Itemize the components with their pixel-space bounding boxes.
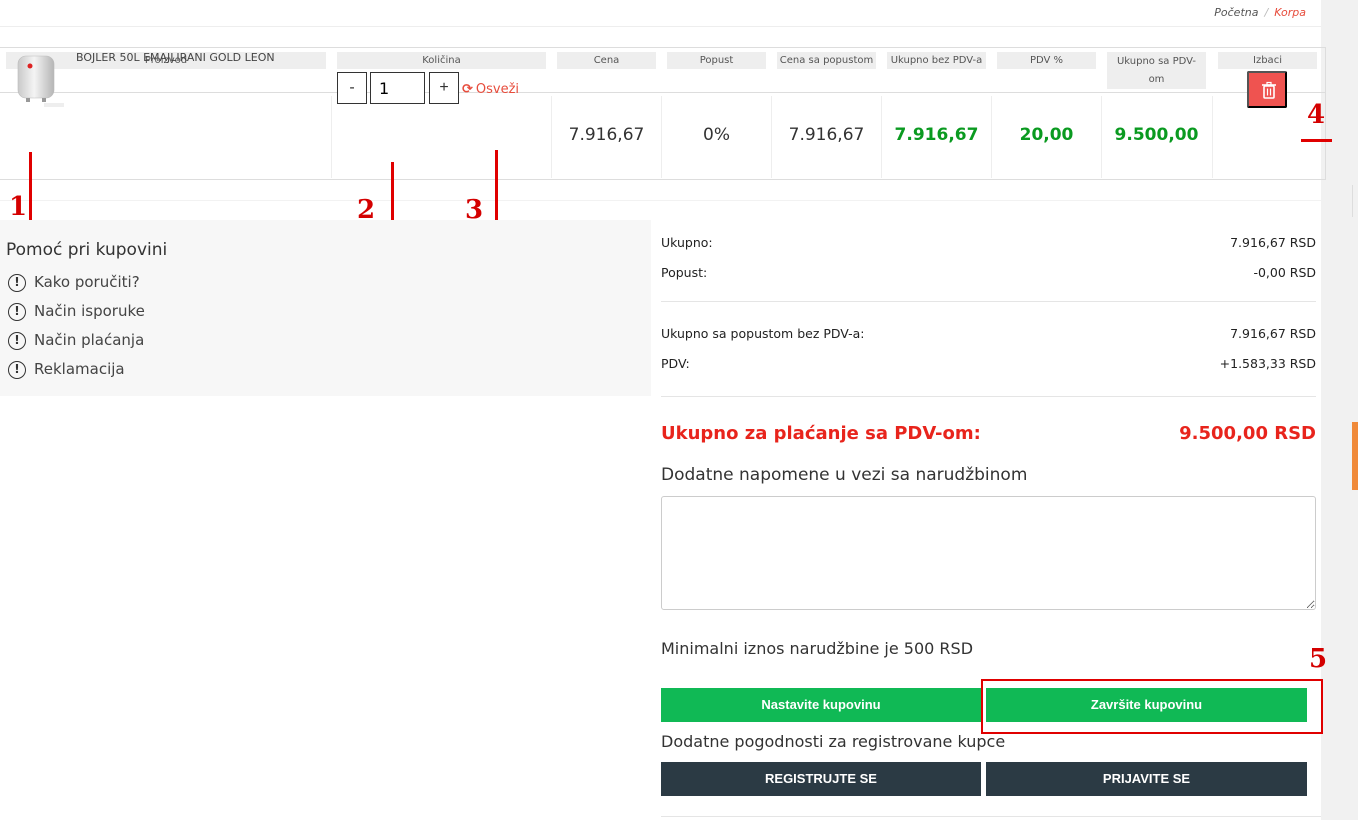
cell-discount: 0% <box>703 125 730 145</box>
column-separator <box>1212 96 1213 178</box>
order-notes-textarea[interactable] <box>661 496 1316 610</box>
section-divider <box>0 200 1321 201</box>
breadcrumb-separator: / <box>1264 6 1269 19</box>
help-link-label: Način plaćanja <box>34 331 145 349</box>
column-separator <box>1101 96 1102 178</box>
info-icon: ! <box>8 302 26 321</box>
annotation-line-4 <box>1301 139 1332 142</box>
help-link-label: Reklamacija <box>34 360 125 378</box>
quantity-increase-button[interactable]: + <box>429 72 459 104</box>
header-vat-percent: PDV % <box>997 52 1096 69</box>
info-icon: ! <box>8 331 26 350</box>
breadcrumb-home-link[interactable]: Početna <box>1214 6 1258 19</box>
header-discount: Popust <box>667 52 766 69</box>
header-total-no-vat: Ukupno bez PDV-a <box>887 52 986 69</box>
column-separator <box>551 96 552 178</box>
help-link-complaints[interactable]: ! Reklamacija <box>8 359 125 379</box>
help-link-label: Kako poručiti? <box>34 273 140 291</box>
bottom-divider <box>661 816 1321 817</box>
quantity-input[interactable] <box>370 72 425 104</box>
info-icon: ! <box>8 360 26 379</box>
top-divider <box>0 26 1321 27</box>
remove-item-button[interactable] <box>1247 71 1287 108</box>
continue-shopping-button[interactable]: Nastavite kupovinu <box>661 688 981 722</box>
annotation-number-1: 1 <box>9 192 28 222</box>
info-icon: ! <box>8 273 26 292</box>
product-name-link[interactable]: BOJLER 50L EMAJLIRANI GOLD LEON <box>76 51 275 64</box>
cart-table: Proizvod Količina Cena Popust Cena sa po… <box>0 47 1326 180</box>
header-discounted-price: Cena sa popustom <box>777 52 876 69</box>
cell-total-with-vat: 9.500,00 <box>1114 125 1199 145</box>
header-total-with-vat-line2: om <box>1148 74 1165 85</box>
header-price: Cena <box>557 52 656 69</box>
login-button[interactable]: PRIJAVITE SE <box>986 762 1307 796</box>
column-separator <box>881 96 882 178</box>
cell-discounted-price: 7.916,67 <box>788 125 865 145</box>
breadcrumb-current: Korpa <box>1274 6 1306 19</box>
help-link-label: Način isporuke <box>34 302 145 320</box>
trash-icon <box>1262 81 1276 99</box>
column-separator <box>331 96 332 178</box>
summary-total-label: Ukupno: <box>661 235 713 250</box>
scrollbar-track-mark <box>1352 185 1358 217</box>
order-notes-label: Dodatne napomene u vezi sa narudžbinom <box>661 465 1028 485</box>
header-total-with-vat: Ukupno sa PDV- om <box>1107 52 1206 89</box>
summary-total-value: 7.916,67 RSD <box>1230 235 1316 250</box>
refresh-quantity-link[interactable]: ⟳ Osveži <box>462 82 519 97</box>
register-button[interactable]: REGISTRUJTE SE <box>661 762 981 796</box>
scrollbar-thumb[interactable] <box>1352 422 1358 490</box>
refresh-icon: ⟳ <box>462 82 473 97</box>
grand-total-label: Ukupno za plaćanje sa PDV-om: <box>661 423 981 444</box>
annotation-box-5 <box>981 679 1323 734</box>
help-link-how-to-order[interactable]: ! Kako poručiti? <box>8 272 140 292</box>
summary-divider <box>661 301 1316 302</box>
quantity-decrease-button[interactable]: - <box>337 72 367 104</box>
header-quantity: Količina <box>337 52 546 69</box>
annotation-number-4: 4 <box>1307 100 1326 130</box>
registered-benefits-label: Dodatne pogodnosti za registrovane kupce <box>661 732 1006 751</box>
summary-discounted-no-vat-label: Ukupno sa popustom bez PDV-a: <box>661 326 865 341</box>
minimum-order-notice: Minimalni iznos narudžbine je 500 RSD <box>661 639 974 658</box>
summary-vat-value: +1.583,33 RSD <box>1219 356 1316 371</box>
refresh-label: Osveži <box>475 82 520 97</box>
cell-vat-percent: 20,00 <box>1019 125 1074 145</box>
column-separator <box>661 96 662 178</box>
cell-price: 7.916,67 <box>568 125 645 145</box>
summary-vat-label: PDV: <box>661 356 690 371</box>
summary-discounted-no-vat-value: 7.916,67 RSD <box>1230 326 1316 341</box>
annotation-line-2 <box>391 162 394 226</box>
summary-discount-label: Popust: <box>661 265 708 280</box>
annotation-number-5: 5 <box>1309 644 1328 674</box>
product-thumbnail-image[interactable] <box>14 54 66 108</box>
grand-total-value: 9.500,00 RSD <box>1179 423 1316 444</box>
help-title: Pomoć pri kupovini <box>6 240 168 260</box>
cell-total-no-vat: 7.916,67 <box>894 125 979 145</box>
summary-discount-value: -0,00 RSD <box>1253 265 1316 280</box>
help-link-payment[interactable]: ! Način plaćanja <box>8 330 144 350</box>
header-total-with-vat-line1: Ukupno sa PDV- <box>1116 56 1197 67</box>
help-link-delivery[interactable]: ! Način isporuke <box>8 301 145 321</box>
annotation-line-3 <box>495 150 498 220</box>
cart-page: Početna / Korpa Proizvod Količina Cena Pop… <box>0 0 1358 820</box>
page-scrollbar[interactable] <box>1321 0 1358 820</box>
header-remove: Izbaci <box>1218 52 1317 69</box>
column-separator <box>991 96 992 178</box>
column-separator <box>771 96 772 178</box>
breadcrumb: Početna / Korpa <box>1214 6 1306 19</box>
help-panel: Pomoć pri kupovini ! Kako poručiti? ! Nači… <box>0 220 651 396</box>
annotation-line-1 <box>29 152 32 220</box>
summary-divider <box>661 396 1316 397</box>
